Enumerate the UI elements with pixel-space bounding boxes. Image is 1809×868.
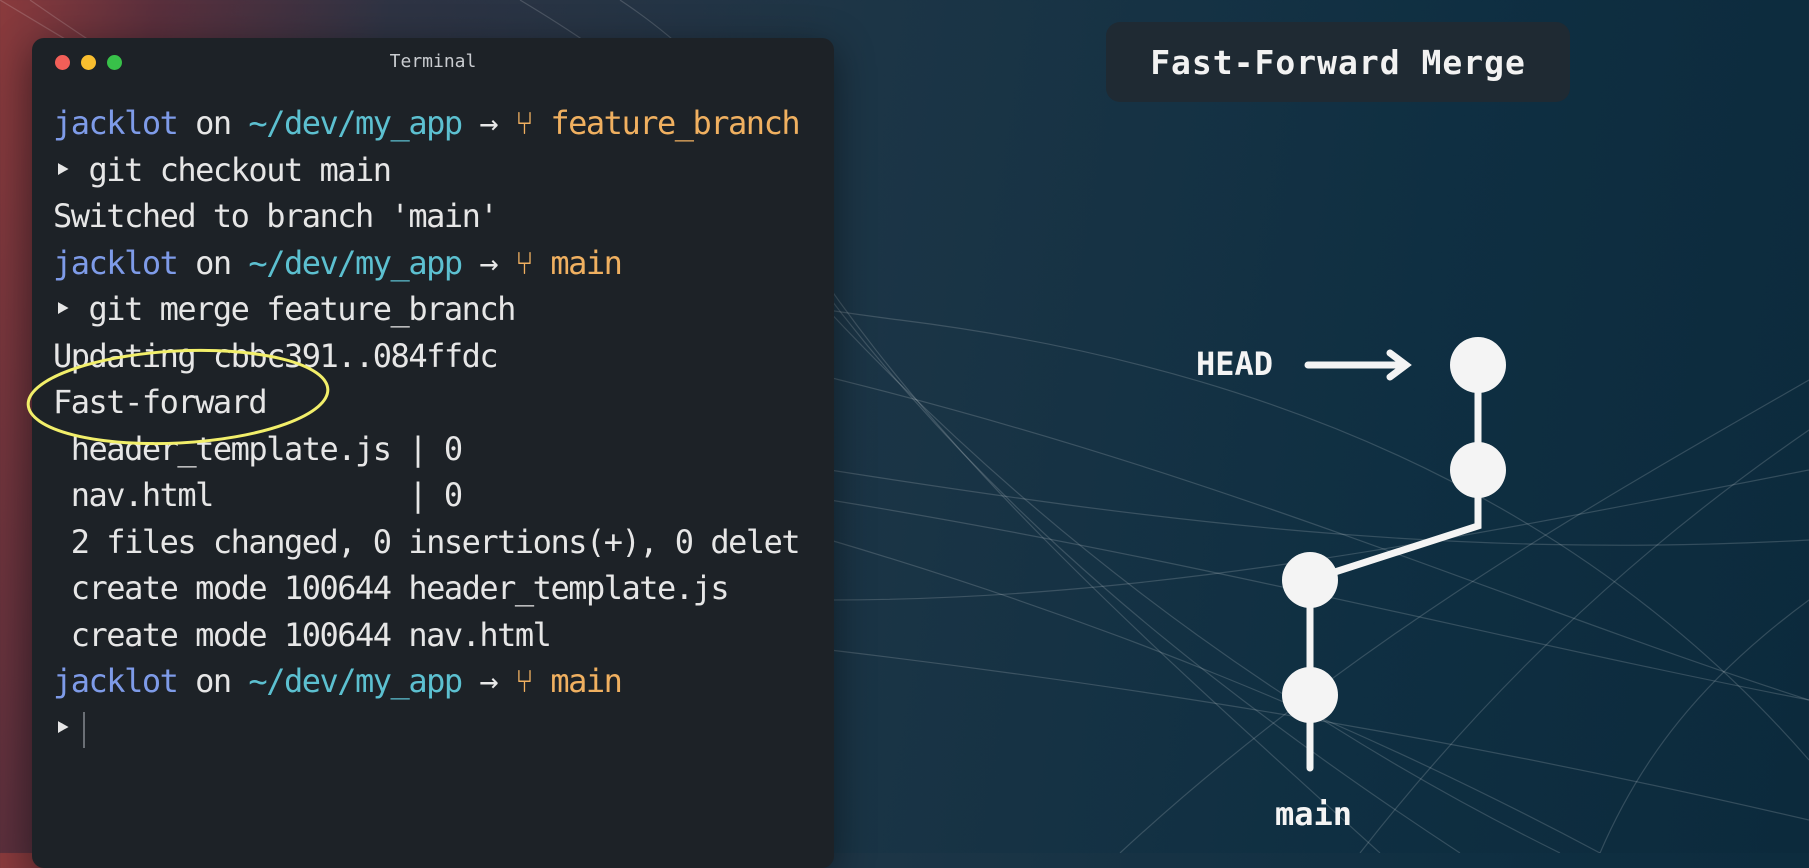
branch-label-main: main bbox=[1275, 795, 1353, 833]
commit-node-2 bbox=[1282, 552, 1338, 608]
commit-node-1 bbox=[1282, 667, 1338, 723]
head-label: HEAD bbox=[1196, 345, 1274, 383]
commit-node-3 bbox=[1450, 442, 1506, 498]
commit-node-4-head bbox=[1450, 337, 1506, 393]
commit-graph bbox=[1282, 337, 1506, 772]
edge-c2-c3 bbox=[1306, 466, 1482, 584]
